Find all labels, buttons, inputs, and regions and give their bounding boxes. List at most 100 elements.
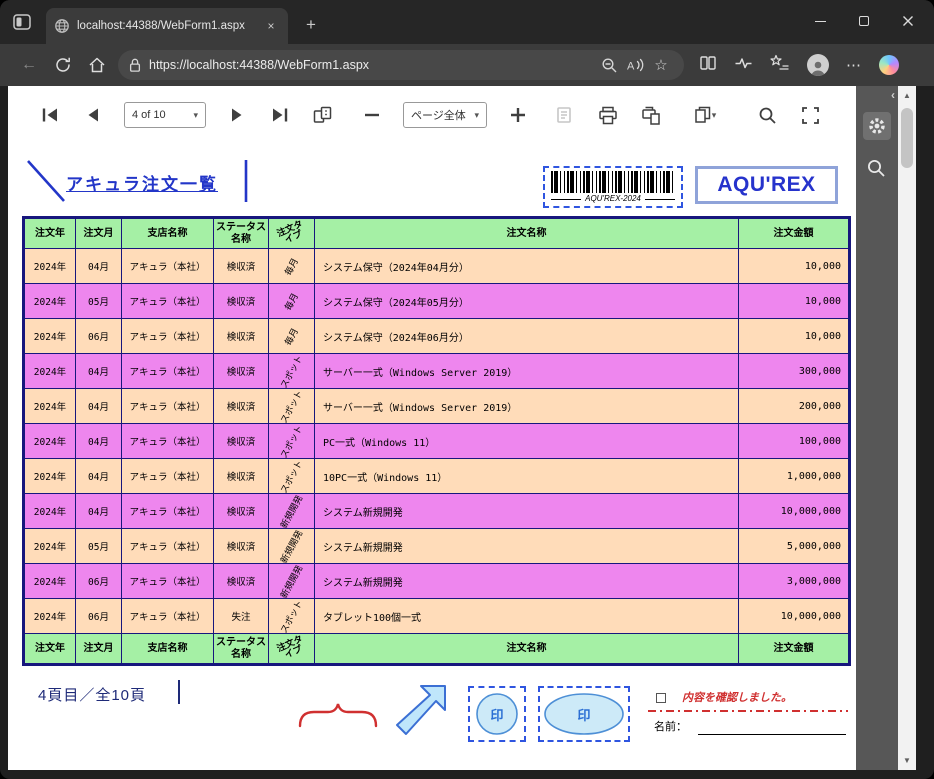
cell-year: 2024年 <box>23 528 76 564</box>
header-order-type: 注文タイプ <box>268 217 315 249</box>
cell-status: 検収済 <box>213 423 269 459</box>
cell-name: サーバー一式（Windows Server 2019） <box>314 353 739 389</box>
cell-amount: 200,000 <box>738 388 850 424</box>
cell-name: サーバー一式（Windows Server 2019） <box>314 388 739 424</box>
zoom-out-button[interactable] <box>360 103 384 127</box>
tab-title: localhost:44388/WebForm1.aspx <box>77 20 245 32</box>
cell-year: 2024年 <box>23 353 76 389</box>
viewer-sidebar: ‹ <box>856 86 898 770</box>
cell-month: 06月 <box>75 318 122 354</box>
minimize-button[interactable] <box>798 4 842 38</box>
browser-window: localhost:44388/WebForm1.aspx × + ← http… <box>0 0 934 779</box>
cell-month: 06月 <box>75 598 122 634</box>
multipage-view-button[interactable] <box>311 103 335 127</box>
zoom-in-button[interactable] <box>506 103 530 127</box>
scrollbar-thumb[interactable] <box>901 108 913 168</box>
table-row: 2024年 05月 アキュラ（本社） 検収済 新規開発 システム新規開発 5,000,000 <box>23 528 850 564</box>
print-layout-button[interactable] <box>639 103 663 127</box>
read-aloud-icon: A <box>627 58 644 73</box>
table-row: 2024年 04月 アキュラ（本社） 検収済 スポット サーバー一式（Windows Se… <box>23 353 850 389</box>
browser-essentials-button[interactable] <box>734 55 753 76</box>
url-text[interactable]: https://localhost:44388/WebForm1.aspx <box>149 58 596 72</box>
cell-month: 05月 <box>75 528 122 564</box>
cell-year: 2024年 <box>23 493 76 529</box>
cell-status: 検収済 <box>213 353 269 389</box>
refresh-button[interactable] <box>46 50 80 80</box>
chevron-down-icon: ▾ <box>193 109 198 120</box>
settings-more-button[interactable]: ⋯ <box>846 56 862 75</box>
company-logo: AQU'REX <box>695 166 838 204</box>
page-selector[interactable]: 4 of 10 ▾ <box>124 102 206 128</box>
next-page-icon <box>232 108 242 122</box>
print-layout-icon <box>642 106 660 125</box>
table-row: 2024年 06月 アキュラ（本社） 失注 スポット タブレット100個一式 10,000,… <box>23 598 850 634</box>
next-page-button[interactable] <box>225 103 249 127</box>
zoom-selector[interactable]: ページ全体 ▾ <box>403 102 487 128</box>
export-icon <box>694 106 710 123</box>
search-button[interactable] <box>755 103 779 127</box>
previous-page-button[interactable] <box>81 103 105 127</box>
export-menu-button[interactable]: ▾ <box>688 103 722 127</box>
tab-close-icon[interactable]: × <box>262 17 280 35</box>
back-icon: ← <box>21 56 37 73</box>
first-page-button[interactable] <box>38 103 62 127</box>
dash-dot-rule <box>648 710 848 712</box>
header-order-year: 注文年 <box>23 217 76 249</box>
browser-action-icons: ⋯ <box>699 54 899 77</box>
cell-amount: 10,000,000 <box>738 493 850 529</box>
cell-type: 毎月 <box>268 283 315 319</box>
page-content: 4 of 10 ▾ ページ全体 ▾ ▾ アキュラ注文一覧 AQU'REX-202… <box>8 86 856 770</box>
cell-branch: アキュラ（本社） <box>121 353 214 389</box>
split-screen-button[interactable] <box>699 54 717 77</box>
cell-month: 04月 <box>75 353 122 389</box>
address-bar[interactable]: https://localhost:44388/WebForm1.aspx A … <box>118 50 684 80</box>
search-panel-button[interactable] <box>866 158 886 183</box>
split-screen-icon <box>700 55 716 70</box>
cell-type: 新規開発 <box>268 563 315 599</box>
name-label: 名前： <box>654 721 687 733</box>
favorite-star-button[interactable]: ☆ <box>648 54 674 76</box>
plus-icon <box>511 108 525 122</box>
report-page: アキュラ注文一覧 AQU'REX-2024 AQU'REX 注文年 注文月 支店… <box>8 144 856 770</box>
cell-year: 2024年 <box>23 318 76 354</box>
scroll-down-icon[interactable]: ▼ <box>898 756 916 765</box>
cell-year: 2024年 <box>23 283 76 319</box>
profile-avatar[interactable] <box>807 54 829 76</box>
fullscreen-icon <box>801 106 819 124</box>
close-button[interactable] <box>886 4 930 38</box>
collapse-sidebar-icon[interactable]: ‹ <box>891 88 895 102</box>
fullscreen-button[interactable] <box>798 103 822 127</box>
printer-icon <box>599 106 617 124</box>
previous-page-icon <box>88 108 98 122</box>
settings-panel-button[interactable] <box>863 112 891 140</box>
cell-status: 検収済 <box>213 283 269 319</box>
zoom-out-page-button[interactable] <box>596 54 622 76</box>
workspaces-icon[interactable] <box>13 14 31 30</box>
cell-type: スポット <box>268 353 315 389</box>
home-button[interactable] <box>80 50 114 80</box>
cell-type: スポット <box>268 458 315 494</box>
cell-amount: 10,000 <box>738 318 850 354</box>
cell-type: 毎月 <box>268 248 315 284</box>
cell-name: システム保守（2024年06月分） <box>314 318 739 354</box>
new-tab-button[interactable]: + <box>298 12 324 38</box>
table-row: 2024年 04月 アキュラ（本社） 検収済 新規開発 システム新規開発 10,000,00… <box>23 493 850 529</box>
browser-tab[interactable]: localhost:44388/WebForm1.aspx × <box>46 8 288 44</box>
cell-status: 検収済 <box>213 528 269 564</box>
confirm-checkbox[interactable] <box>656 693 666 703</box>
back-button[interactable]: ← <box>12 50 46 80</box>
vertical-scrollbar[interactable]: ▲ ▼ <box>898 86 916 770</box>
last-page-button[interactable] <box>268 103 292 127</box>
copilot-icon[interactable] <box>879 55 899 75</box>
table-row: 2024年 04月 アキュラ（本社） 検収済 毎月 システム保守（2024年04月分） 10… <box>23 248 850 284</box>
print-button[interactable] <box>596 103 620 127</box>
cell-year: 2024年 <box>23 423 76 459</box>
maximize-button[interactable] <box>842 4 886 38</box>
person-icon <box>811 61 825 76</box>
scroll-up-icon[interactable]: ▲ <box>898 91 916 100</box>
read-aloud-button[interactable]: A <box>622 54 648 76</box>
arrow-shape <box>396 685 446 735</box>
cell-branch: アキュラ（本社） <box>121 528 214 564</box>
favorites-button[interactable] <box>770 54 790 76</box>
order-table: 注文年 注文月 支店名称 ステータス名称 注文タイプ 注文名称 注文金額 202… <box>22 216 851 666</box>
